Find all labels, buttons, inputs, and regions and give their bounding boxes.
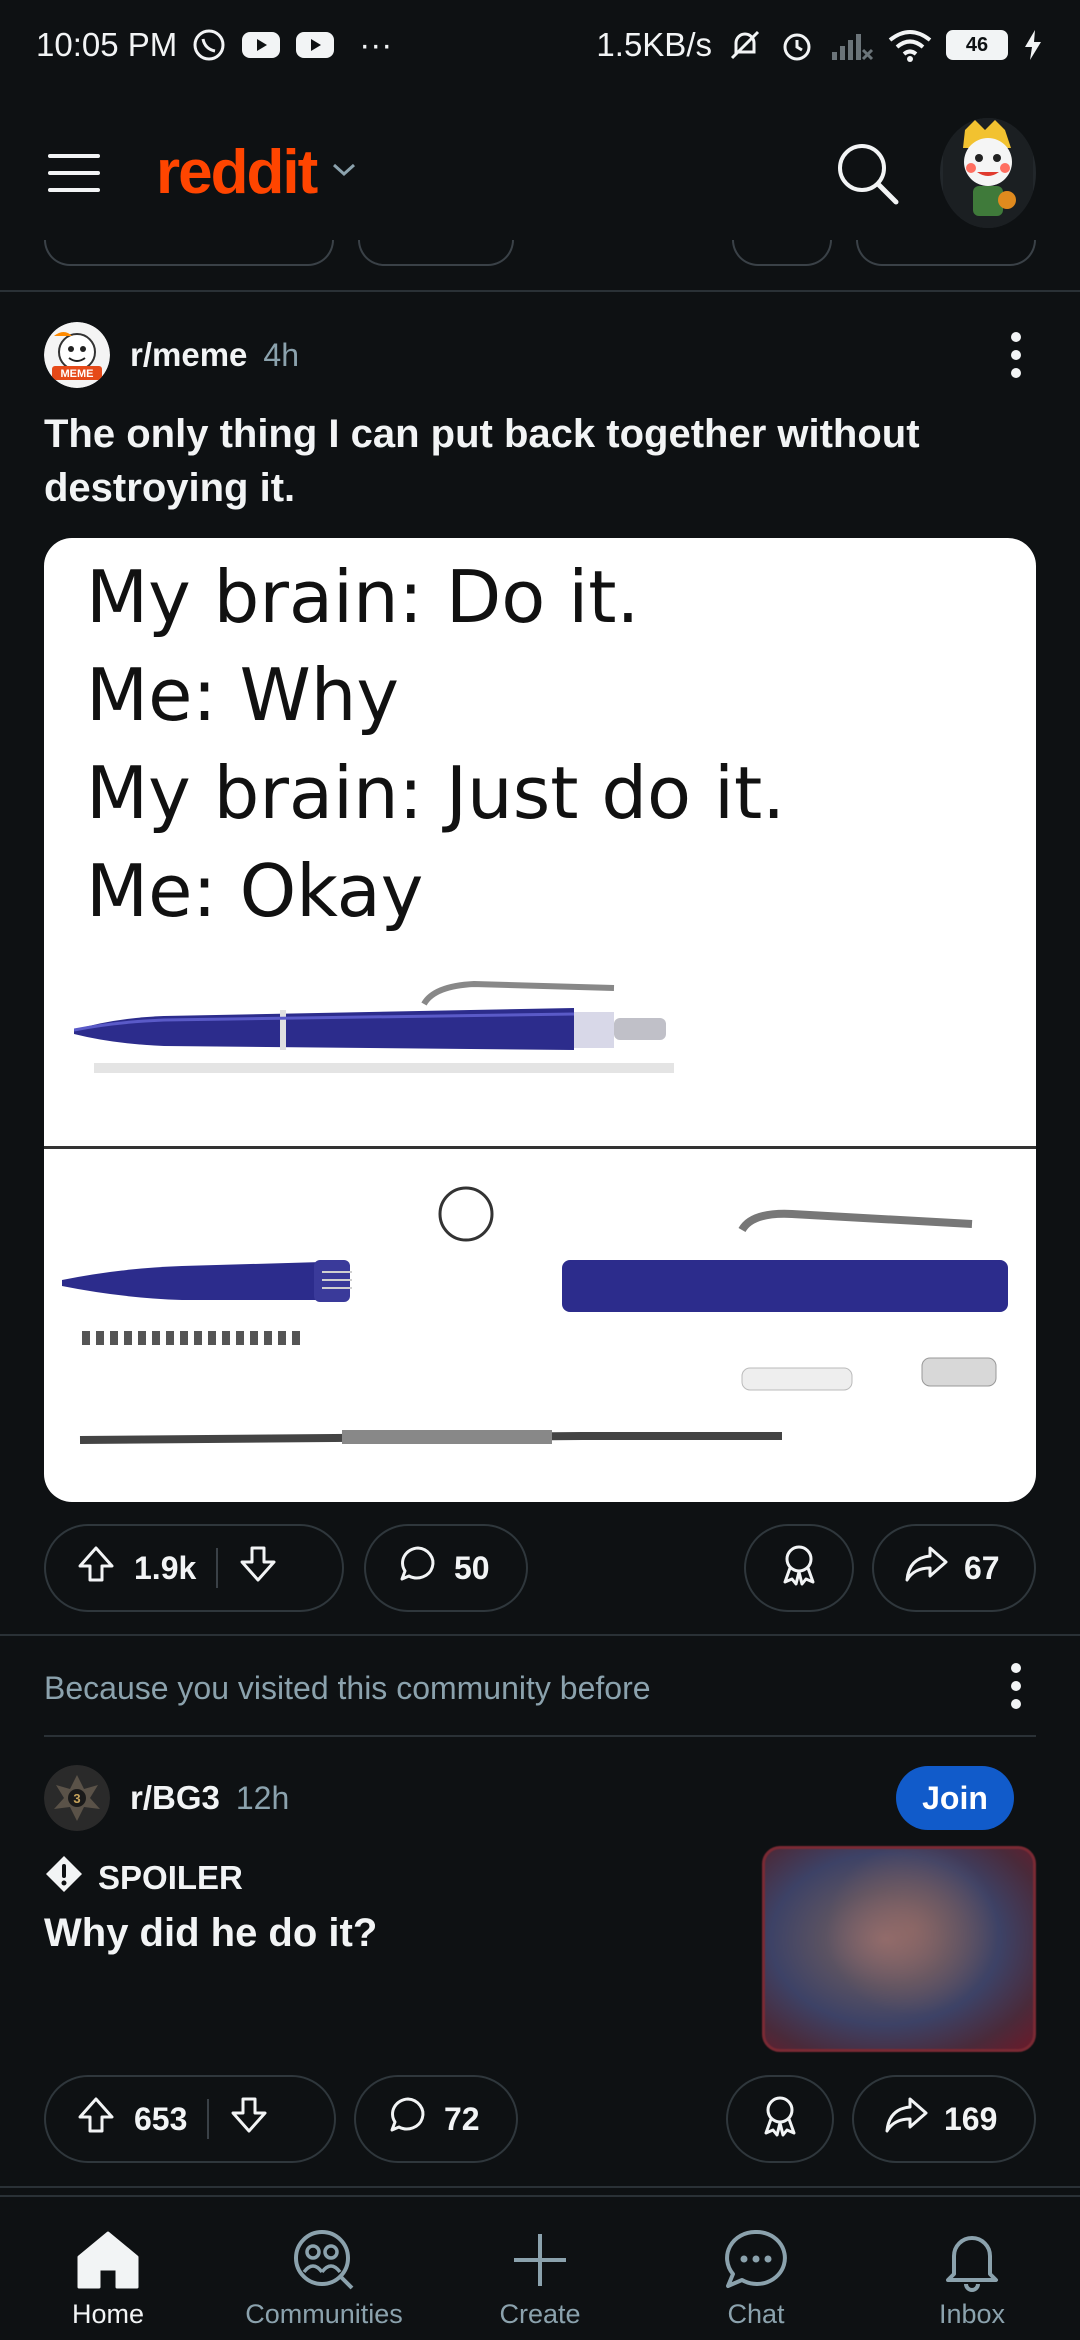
vote-count: 653 (134, 2100, 188, 2137)
status-bar: 10:05 PM ··· 1.5KB/s 46 (0, 0, 1080, 90)
meme-line: My brain: Just do it. (86, 751, 786, 835)
meme-line: Me: Why (86, 653, 399, 737)
nav-label: Communities (245, 2299, 403, 2329)
share-button[interactable]: 169 (852, 2075, 1036, 2163)
meme-caption: My brain: Do it. Me: Why My brain: Just … (86, 548, 785, 940)
assembled-pen-image (74, 980, 674, 1073)
divider (44, 1735, 1036, 1737)
share-count: 169 (944, 2100, 998, 2137)
feed-switcher[interactable]: reddit (156, 137, 358, 208)
chat-icon (721, 2225, 791, 2295)
nav-label: Home (71, 2299, 145, 2329)
comments-button[interactable]: 50 (364, 1524, 528, 1612)
avatar[interactable] (940, 117, 1036, 228)
more-options-icon[interactable] (996, 1656, 1036, 1716)
award-button[interactable] (726, 2075, 834, 2163)
muted-bell-icon (726, 26, 764, 64)
svg-text:MEME: MEME (61, 368, 94, 380)
subreddit-name[interactable]: r/BG3 (130, 1779, 220, 1817)
communities-icon (289, 2225, 359, 2295)
downvote-icon[interactable] (229, 2095, 269, 2143)
award-icon (777, 1542, 821, 1594)
spoiler-thumbnail[interactable] (762, 1846, 1036, 2052)
vote-separator (216, 1548, 219, 1588)
more-notifications-icon: ··· (359, 26, 393, 63)
spoiler-tag: SPOILER (44, 1854, 243, 1902)
plus-icon (505, 2225, 575, 2295)
bottom-navigation: Home Communities Create Chat Inbox (0, 2195, 1080, 2340)
youtube-icon (241, 30, 281, 60)
nav-label: Inbox (938, 2299, 1006, 2329)
vote-pill: 653 (44, 2075, 336, 2163)
network-speed: 1.5KB/s (596, 26, 712, 63)
post-age: 4h (263, 336, 299, 373)
post-title[interactable]: The only thing I can put back together w… (44, 407, 1034, 515)
charging-icon (1022, 28, 1044, 62)
image-divider (44, 1146, 1036, 1149)
nav-label: Chat (727, 2299, 785, 2329)
alarm-icon (778, 26, 816, 64)
join-button[interactable]: Join (896, 1766, 1014, 1830)
comment-icon (398, 1544, 438, 1592)
meme-line: My brain: Do it. (86, 555, 640, 639)
vote-count: 1.9k (134, 1549, 197, 1586)
search-icon[interactable] (822, 128, 912, 218)
post-action-bar: 653 72 169 (44, 2075, 1036, 2163)
divider (0, 1634, 1080, 1636)
post-age: 12h (235, 1779, 290, 1816)
nav-inbox[interactable]: Inbox (864, 2197, 1080, 2340)
previous-post-actions (0, 240, 1080, 270)
share-button[interactable]: 67 (872, 1524, 1036, 1612)
award-icon (758, 2093, 802, 2145)
menu-icon[interactable] (44, 143, 104, 203)
share-icon (904, 1544, 948, 1592)
spoiler-label: SPOILER (98, 1859, 243, 1896)
upvote-icon[interactable] (76, 2095, 116, 2143)
wifi-icon (888, 28, 932, 62)
home-icon (73, 2225, 143, 2295)
spoiler-icon (44, 1854, 84, 1902)
nav-chat[interactable]: Chat (648, 2197, 864, 2340)
divider (0, 2186, 1080, 2188)
vote-separator (207, 2099, 210, 2139)
divider (0, 290, 1080, 292)
share-count: 67 (964, 1549, 1000, 1586)
battery-indicator: 46 (946, 30, 1008, 60)
reddit-logo: reddit (156, 138, 318, 207)
post-action-bar: 1.9k 50 67 (44, 1524, 1036, 1612)
status-time: 10:05 PM (36, 26, 178, 63)
downvote-icon[interactable] (238, 1544, 278, 1592)
app-header: reddit (0, 90, 1080, 255)
post-image[interactable]: My brain: Do it. Me: Why My brain: Just … (44, 538, 1036, 1502)
signal-icon (830, 28, 874, 62)
disassembled-pen-image (62, 1186, 1008, 1444)
recommendation-reason: Because you visited this community befor… (44, 1670, 651, 1706)
meme-line: Me: Okay (86, 849, 424, 933)
bell-icon (937, 2225, 1007, 2295)
upvote-icon[interactable] (76, 1544, 116, 1592)
comment-count: 72 (444, 2100, 480, 2137)
youtube-icon (295, 30, 335, 60)
comment-icon (388, 2095, 428, 2143)
chevron-down-icon (330, 160, 358, 185)
subreddit-name[interactable]: r/meme (130, 336, 247, 374)
svg-text:3: 3 (73, 1791, 80, 1806)
share-icon (884, 2095, 928, 2143)
nav-communities[interactable]: Communities (216, 2197, 432, 2340)
subreddit-avatar[interactable]: MEME (44, 322, 110, 388)
post-title[interactable]: Why did he do it? (44, 1906, 744, 1960)
comment-count: 50 (454, 1549, 490, 1586)
subreddit-avatar[interactable]: 3 (44, 1765, 110, 1831)
comments-button[interactable]: 72 (354, 2075, 518, 2163)
more-options-icon[interactable] (996, 325, 1036, 385)
nav-home[interactable]: Home (0, 2197, 216, 2340)
nav-create[interactable]: Create (432, 2197, 648, 2340)
award-button[interactable] (744, 1524, 854, 1612)
nav-label: Create (499, 2299, 581, 2329)
viber-icon (191, 27, 227, 63)
vote-pill: 1.9k (44, 1524, 344, 1612)
